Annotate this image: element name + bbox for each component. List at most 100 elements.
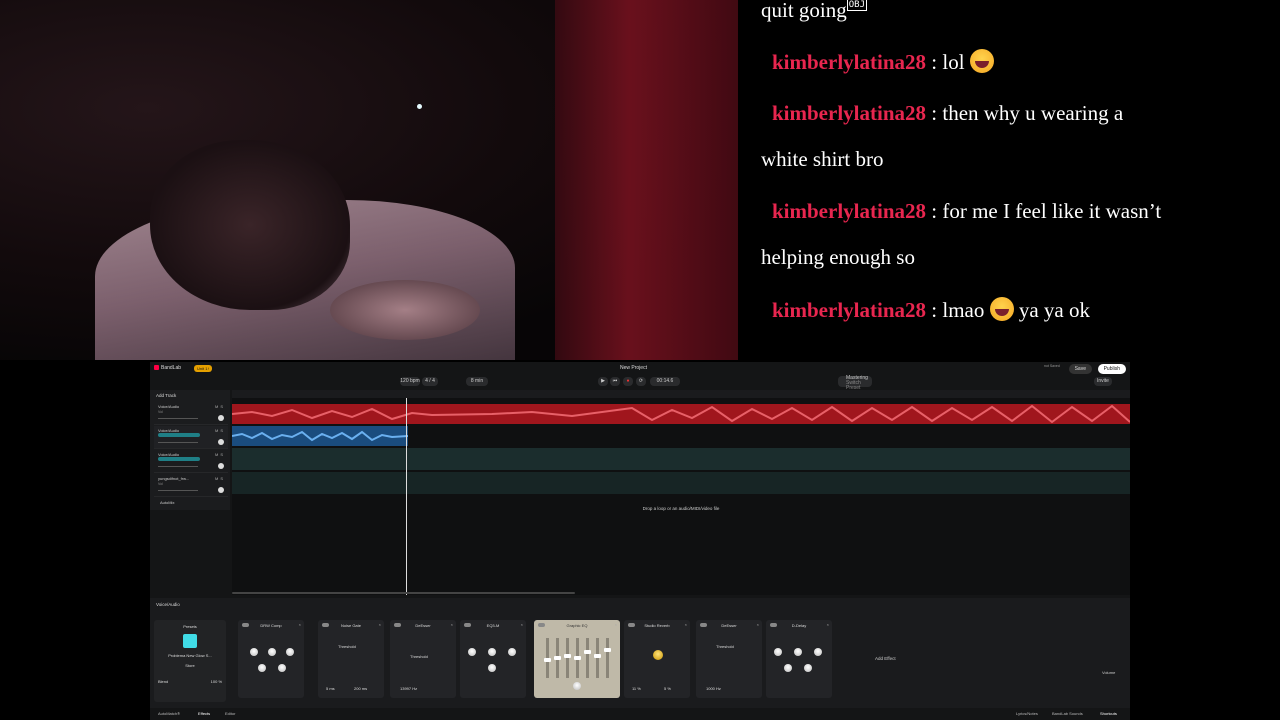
chat-username: kimberlylatina28 — [772, 50, 927, 74]
bandlab-logo-icon — [154, 365, 159, 370]
volume-label: Volume — [1102, 670, 1116, 675]
chat-message: kimberlylatina28 : lol — [772, 49, 994, 75]
laughing-emoji-icon — [989, 297, 1014, 321]
mute-solo[interactable]: MS — [215, 476, 225, 481]
close-icon[interactable]: × — [615, 622, 617, 627]
webcam-feed — [0, 0, 738, 360]
mute-solo[interactable]: MS — [215, 452, 225, 457]
timeline-ruler[interactable] — [232, 390, 1130, 398]
editor-tab[interactable]: Editor — [225, 711, 235, 716]
save-status: not Saved — [1044, 364, 1060, 368]
bottom-bar: AutoMatch® Effects Editor Lyrics/Notes B… — [150, 708, 1130, 720]
loop-icon[interactable]: ⟳ — [636, 377, 646, 386]
volume-fader[interactable] — [158, 442, 198, 443]
automix-toggle[interactable]: AutoMix — [160, 500, 174, 505]
empty-lane[interactable] — [232, 448, 1130, 470]
effects-panel: Voice/Audio Presets Problema New Glow S.… — [150, 598, 1130, 720]
presets-panel: Presets Problema New Glow S... Store Ble… — [154, 620, 226, 702]
preset-icon[interactable] — [183, 634, 197, 648]
volume-fader[interactable] — [158, 466, 198, 467]
chat-username: kimberlylatina28 — [772, 298, 927, 322]
automatch-tab[interactable]: AutoMatch® — [158, 711, 180, 716]
track-header[interactable]: Voice/Audio MS — [154, 426, 228, 449]
track-header[interactable]: Voice/Audio MS — [154, 450, 228, 473]
sounds-tab[interactable]: BandLab Sounds — [1052, 711, 1083, 716]
fx-unit[interactable]: DeEsser × Threshold 13997 Hz — [390, 620, 456, 698]
arrangement-view: Drop a loop or an audio/MIDI/video file — [232, 390, 1130, 595]
fx-unit[interactable]: DeEsser × Threshold 1000 Hz — [696, 620, 762, 698]
mastering-button[interactable]: Mastering Switch Preset — [838, 376, 872, 391]
close-icon[interactable]: × — [521, 622, 523, 627]
track-header[interactable]: Voice/Audio Vol MS — [154, 402, 228, 425]
top-bar: BandLab Unit 1↑ New Project 120 bpm 4 / … — [150, 362, 1130, 391]
chat-message: kimberlylatina28 : then why u wearing a — [772, 101, 1124, 125]
store-button[interactable]: Store — [154, 663, 226, 668]
audio-clip-blue[interactable] — [232, 426, 408, 446]
add-effect-button[interactable]: Add Effect — [875, 656, 896, 661]
invite-button[interactable]: Invite — [1094, 377, 1112, 386]
key-display[interactable]: 8 min — [466, 377, 488, 386]
record-button[interactable]: ● — [623, 377, 633, 386]
brand-logo[interactable]: BandLab — [154, 365, 181, 371]
chat-overlay: quit going OBJ kimberlylatina28 : lol kim… — [738, 0, 1280, 360]
track-list: Add Track Voice/Audio Vol MS Voice/Audio MS… — [150, 390, 230, 510]
close-icon[interactable]: × — [299, 622, 301, 627]
chat-cont-line: quit going OBJ — [761, 0, 868, 22]
drop-hint: Drop a loop or an audio/MIDI/video file — [642, 506, 720, 511]
horizontal-scrollbar[interactable] — [232, 592, 575, 594]
chat-username: kimberlylatina28 — [772, 101, 927, 125]
fx-unit[interactable]: D-Delay × — [766, 620, 832, 698]
close-icon[interactable]: × — [827, 622, 829, 627]
mute-solo[interactable]: MS — [215, 428, 225, 433]
empty-lane[interactable] — [232, 472, 1130, 494]
waveform-red — [232, 404, 1130, 424]
tempo-display[interactable]: 120 bpm — [400, 377, 420, 386]
track-header[interactable]: yungsdifnot_frw... Vol MS — [154, 474, 228, 497]
laughing-emoji-icon — [969, 49, 994, 73]
person-arm — [330, 280, 480, 340]
skip-back-icon[interactable]: ⏮ — [610, 377, 620, 386]
fx-unit[interactable]: DRW Comp × — [238, 620, 304, 698]
volume-fader[interactable] — [158, 490, 198, 491]
fx-unit[interactable]: Studio Reverb × 11 % 5 % — [624, 620, 690, 698]
bandlab-studio: BandLab Unit 1↑ New Project 120 bpm 4 / … — [150, 362, 1130, 720]
blend-value: 100 % — [210, 679, 222, 684]
project-title[interactable]: New Project — [620, 365, 647, 371]
red-door — [555, 0, 738, 360]
audio-clip-red[interactable] — [232, 404, 1130, 424]
fx-unit[interactable]: Noise Gate × Threshold 5 ms 200 ms — [318, 620, 384, 698]
person-head — [150, 140, 350, 310]
fx-track-name: Voice/Audio — [156, 602, 180, 607]
time-display: 00:14.6 — [650, 377, 680, 386]
mute-solo[interactable]: MS — [215, 404, 225, 409]
playhead[interactable] — [406, 398, 407, 595]
unit-badge[interactable]: Unit 1↑ — [194, 365, 213, 372]
effects-tab[interactable]: Effects — [198, 711, 210, 716]
save-button[interactable]: Save — [1068, 364, 1092, 374]
chat-username: kimberlylatina28 — [772, 199, 927, 223]
add-track-button[interactable]: Add Track — [156, 393, 176, 398]
preset-name[interactable]: Problema New Glow S... — [154, 653, 226, 658]
chat-message: kimberlylatina28 : lmao ya ya ok — [772, 297, 1091, 322]
close-icon[interactable]: × — [451, 622, 453, 627]
light-dot — [417, 104, 422, 109]
obj-marker: OBJ — [846, 0, 868, 11]
publish-button[interactable]: Publish — [1097, 364, 1126, 374]
time-signature[interactable]: 4 / 4 — [422, 377, 438, 386]
fx-unit[interactable]: EQ3-M × — [460, 620, 526, 698]
fx-preset-chip[interactable] — [158, 457, 200, 461]
lyrics-tab[interactable]: Lyrics/Notes — [1016, 711, 1038, 716]
shortcuts-tab[interactable]: Shortcuts — [1100, 711, 1117, 716]
fx-unit[interactable]: Graphic EQ × — [534, 620, 620, 698]
close-icon[interactable]: × — [379, 622, 381, 627]
volume-fader[interactable] — [158, 418, 198, 419]
pan-knob[interactable] — [218, 463, 224, 469]
fx-preset-chip[interactable] — [158, 433, 200, 437]
chat-message: kimberlylatina28 : for me I feel like it… — [772, 199, 1162, 223]
play-button[interactable]: ▶ — [598, 377, 608, 386]
pan-knob[interactable] — [218, 487, 224, 493]
pan-knob[interactable] — [218, 439, 224, 445]
close-icon[interactable]: × — [757, 622, 759, 627]
close-icon[interactable]: × — [685, 622, 687, 627]
pan-knob[interactable] — [218, 415, 224, 421]
